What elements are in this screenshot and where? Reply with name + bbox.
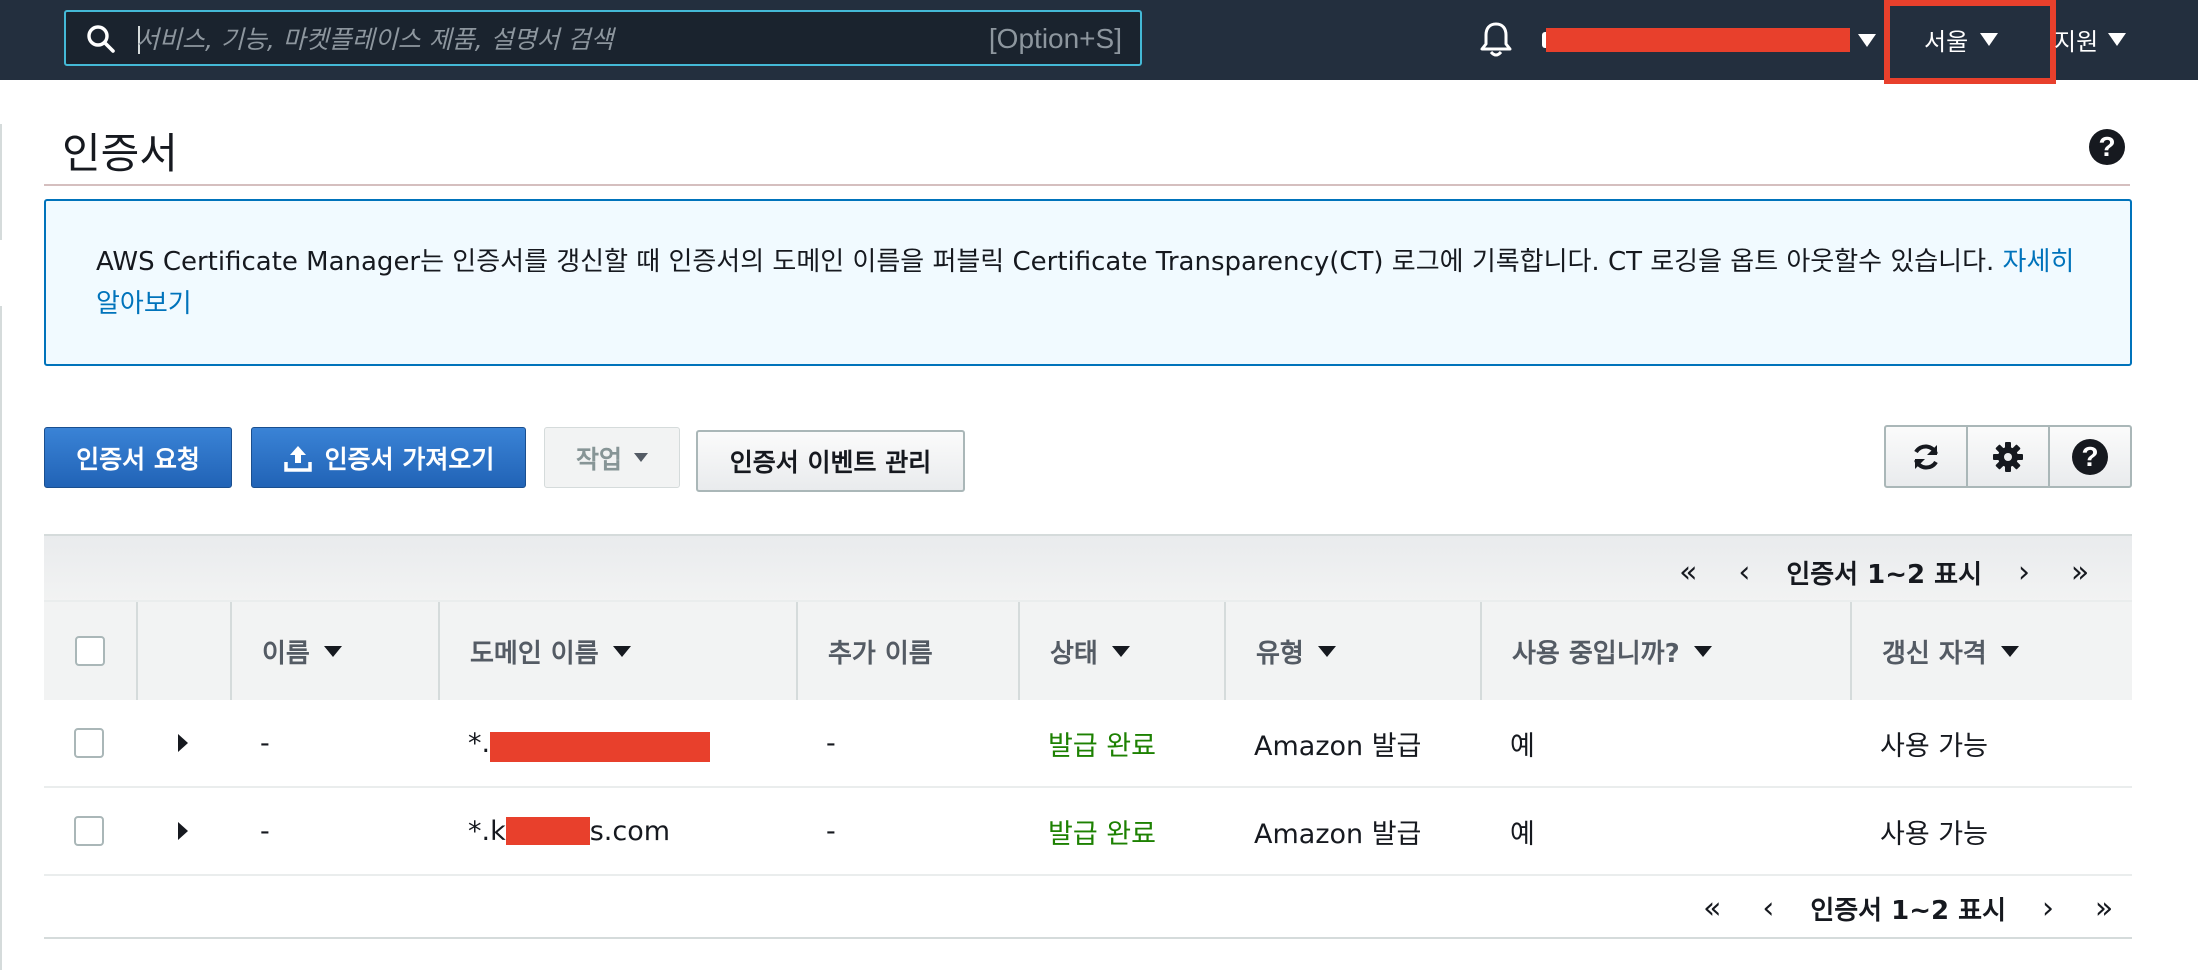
row-checkbox[interactable] — [74, 728, 104, 758]
cell-renewal: 사용 가능 — [1880, 818, 1988, 850]
cell-type: Amazon 발급 — [1254, 730, 1422, 762]
pagination-label: 인증서 1~2 표시 — [1786, 560, 1982, 590]
sort-caret-icon — [1693, 645, 1712, 657]
select-all-checkbox[interactable] — [75, 636, 105, 666]
cell-renewal: 사용 가능 — [1880, 730, 1988, 762]
side-nav-edge — [0, 306, 2, 970]
cell-in-use: 예 — [1510, 818, 1535, 850]
import-certificate-button[interactable]: 인증서 가져오기 — [251, 427, 526, 488]
upload-icon — [283, 445, 312, 472]
table-row[interactable]: - *. - 발급 완료 Amazon 발급 예 사용 가능 — [44, 700, 2132, 788]
last-page-button[interactable]: » — [2052, 555, 2108, 590]
cell-status: 발급 완료 — [1048, 730, 1156, 762]
cell-type: Amazon 발급 — [1254, 818, 1422, 850]
table-row[interactable]: - *.k s.com - 발급 완료 Amazon 발급 예 사용 가능 — [44, 788, 2132, 876]
actions-dropdown[interactable]: 작업 — [544, 427, 680, 488]
prev-page-button[interactable]: ‹ — [1740, 891, 1796, 926]
domain-redacted — [505, 817, 590, 845]
column-header-domain[interactable]: 도메인 이름 — [438, 602, 796, 700]
pagination-label: 인증서 1~2 표시 — [1810, 896, 2006, 926]
column-header-type[interactable]: 유형 — [1224, 602, 1480, 700]
cell-additional-names: - — [826, 727, 836, 759]
cell-status: 발급 완료 — [1048, 818, 1156, 850]
title-divider — [44, 184, 2130, 186]
expand-row-toggle[interactable] — [178, 700, 188, 786]
select-all-cell — [44, 602, 136, 700]
sort-caret-icon — [1317, 645, 1336, 657]
refresh-button[interactable] — [1886, 427, 1968, 486]
pagination: « ‹ 인증서 1~2 표시 › » — [1660, 554, 2108, 591]
caret-right-icon — [178, 734, 188, 752]
sort-caret-icon — [2000, 645, 2019, 657]
notifications-bell-icon[interactable] — [1478, 20, 1514, 58]
column-header-in-use[interactable]: 사용 중입니까? — [1480, 602, 1850, 700]
actions-label: 작업 — [575, 444, 622, 474]
column-header-renewal[interactable]: 갱신 자격 — [1850, 602, 2132, 700]
table-tools-group: ? — [1884, 425, 2132, 488]
domain-redacted — [490, 732, 711, 762]
row-checkbox[interactable] — [74, 816, 104, 846]
sort-caret-icon — [323, 645, 342, 657]
table-help-button[interactable]: ? — [2050, 427, 2130, 486]
expand-column-header — [136, 602, 230, 700]
search-box[interactable]: [Option+S] — [64, 10, 1142, 66]
manage-events-label: 인증서 이벤트 관리 — [729, 448, 932, 477]
cell-domain: *. — [468, 700, 711, 786]
next-page-button[interactable]: › — [2020, 891, 2076, 926]
refresh-icon — [1914, 444, 1938, 469]
search-icon — [87, 25, 115, 53]
sort-caret-icon — [1111, 645, 1130, 657]
column-header-status[interactable]: 상태 — [1018, 602, 1224, 700]
side-nav-edge — [0, 124, 2, 240]
request-certificate-label: 인증서 요청 — [76, 444, 200, 474]
cell-name: - — [260, 727, 270, 759]
last-page-button[interactable]: » — [2076, 891, 2132, 926]
page-title: 인증서 — [62, 129, 178, 178]
caret-right-icon — [178, 822, 188, 840]
help-icon[interactable]: ? — [2089, 129, 2125, 165]
table-header: 이름 도메인 이름 추가 이름 상태 유형 사용 중입니까? 갱신 자격 — [44, 600, 2132, 702]
prev-page-button[interactable]: ‹ — [1716, 555, 1772, 590]
expand-row-toggle[interactable] — [178, 788, 188, 874]
top-nav-bar: [Option+S] 서울 지원 — [0, 0, 2198, 84]
info-banner-text: AWS Certificate Manager는 인증서를 갱신할 때 인증서의… — [96, 247, 2075, 319]
cell-additional-names: - — [826, 815, 836, 847]
actions-chevron-down-icon — [634, 453, 648, 462]
settings-button[interactable] — [1968, 427, 2050, 486]
request-certificate-button[interactable]: 인증서 요청 — [44, 427, 232, 488]
manage-certificate-events-button[interactable]: 인증서 이벤트 관리 — [696, 430, 965, 492]
support-chevron-down-icon — [2108, 33, 2126, 46]
help-icon: ? — [2072, 438, 2108, 475]
table-bottom-divider — [44, 937, 2132, 939]
first-page-button[interactable]: « — [1684, 891, 1740, 926]
pagination-bottom: « ‹ 인증서 1~2 표시 › » — [1684, 890, 2132, 927]
gear-icon — [1993, 441, 2023, 472]
sort-caret-icon — [612, 645, 631, 657]
region-highlight-box — [1884, 0, 2056, 84]
import-certificate-label: 인증서 가져오기 — [324, 444, 495, 474]
account-name-redacted — [1546, 28, 1850, 52]
account-chevron-down-icon — [1858, 34, 1876, 47]
info-banner: AWS Certificate Manager는 인증서를 갱신할 때 인증서의… — [44, 199, 2132, 366]
next-page-button[interactable]: › — [1996, 555, 2052, 590]
cell-domain: *.k s.com — [468, 815, 671, 847]
cell-name: - — [260, 815, 270, 847]
first-page-button[interactable]: « — [1660, 555, 1716, 590]
cell-in-use: 예 — [1510, 730, 1535, 762]
search-shortcut-hint: [Option+S] — [988, 23, 1122, 54]
search-input[interactable] — [134, 18, 1018, 60]
column-header-additional-names: 추가 이름 — [796, 602, 1018, 700]
column-header-name[interactable]: 이름 — [230, 602, 438, 700]
table-pagination-top: « ‹ 인증서 1~2 표시 › » — [44, 534, 2132, 602]
support-menu[interactable]: 지원 — [2054, 22, 2098, 57]
